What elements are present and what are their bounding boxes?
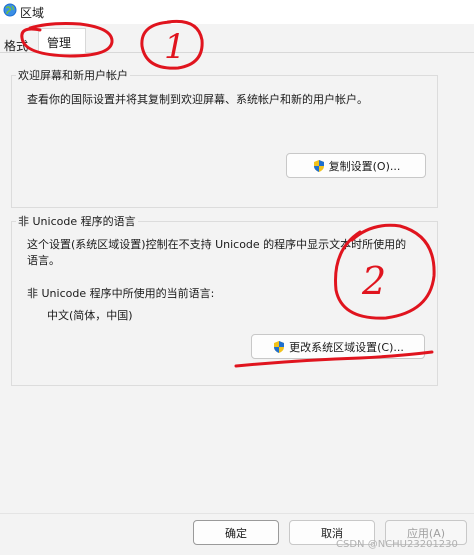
globe-icon — [3, 3, 17, 17]
current-language-label: 非 Unicode 程序中所使用的当前语言: — [27, 287, 215, 300]
ok-label: 确定 — [225, 526, 247, 540]
welcome-screen-group: 欢迎屏幕和新用户帐户 查看你的国际设置并将其复制到欢迎屏幕、系统帐户和新的用户帐… — [11, 67, 438, 208]
unicode-language-group: 非 Unicode 程序的语言 这个设置(系统区域设置)控制在不支持 Unico… — [11, 213, 438, 386]
uac-shield-icon — [313, 159, 324, 172]
title-bar: 区域 — [0, 0, 474, 24]
welcome-group-title: 欢迎屏幕和新用户帐户 — [16, 67, 130, 83]
ok-button[interactable]: 确定 — [193, 520, 279, 545]
current-language-value: 中文(简体，中国) — [47, 309, 133, 322]
tab-strip: 格式 管理 — [0, 24, 474, 53]
tab-panel: 欢迎屏幕和新用户帐户 查看你的国际设置并将其复制到欢迎屏幕、系统帐户和新的用户帐… — [0, 53, 474, 513]
watermark: CSDN @NCHU23201230 — [336, 539, 458, 550]
tab-formats[interactable]: 格式 — [4, 37, 28, 54]
welcome-description: 查看你的国际设置并将其复制到欢迎屏幕、系统帐户和新的用户帐户。 — [27, 93, 368, 106]
change-locale-label: 更改系统区域设置(C)... — [289, 340, 404, 354]
tab-administrative[interactable]: 管理 — [38, 28, 86, 53]
copy-settings-label: 复制设置(O)... — [328, 159, 401, 173]
unicode-group-title: 非 Unicode 程序的语言 — [16, 213, 138, 229]
unicode-description-line1: 这个设置(系统区域设置)控制在不支持 Unicode 的程序中显示文本时所使用的 — [27, 238, 407, 251]
window-title: 区域 — [20, 6, 45, 20]
copy-settings-button[interactable]: 复制设置(O)... — [286, 153, 426, 178]
unicode-description-line2: 语言。 — [27, 254, 60, 267]
change-system-locale-button[interactable]: 更改系统区域设置(C)... — [251, 334, 425, 359]
uac-shield-icon — [274, 340, 285, 353]
